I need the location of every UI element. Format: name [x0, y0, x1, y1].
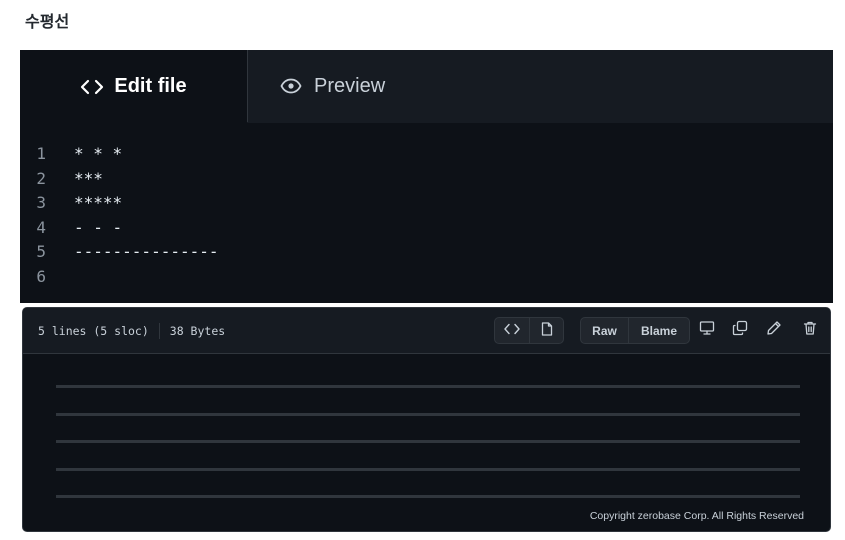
file-info: 5 lines (5 sloc) 38 Bytes	[38, 308, 225, 354]
copy-button[interactable]	[731, 320, 749, 341]
horizontal-rule	[56, 495, 800, 498]
line-content: * * *	[74, 144, 123, 163]
page-title: 수평선	[25, 12, 70, 31]
copyright-text: Copyright zerobase Corp. All Rights Rese…	[589, 510, 804, 522]
line-count: 5 lines (5 sloc)	[38, 324, 149, 338]
desktop-icon	[699, 320, 715, 341]
file-viewer: 5 lines (5 sloc) 38 Bytes Raw Blame Copy…	[22, 307, 831, 532]
horizontal-rule	[56, 385, 800, 388]
code-view-button[interactable]	[495, 318, 529, 343]
code-icon	[80, 79, 104, 95]
tab-edit-file[interactable]: Edit file	[20, 50, 247, 123]
horizontal-rule	[56, 440, 800, 443]
open-desktop-button[interactable]	[698, 320, 716, 341]
line-number: 5	[36, 242, 46, 261]
raw-button[interactable]: Raw	[581, 318, 628, 343]
horizontal-rule	[56, 468, 800, 471]
copy-icon	[732, 320, 748, 341]
editor-tabs: Edit file Preview	[20, 50, 833, 123]
line-number: 3	[36, 193, 46, 212]
tab-edit-label: Edit file	[114, 75, 187, 97]
editor-panel: Edit file Preview 1 * * * 2 *** 3 ***** 4 - …	[20, 50, 833, 303]
code-line: 1 * * *	[20, 142, 219, 167]
view-toggle	[494, 317, 564, 344]
code-line: 2 ***	[20, 167, 219, 192]
line-content: ***	[74, 168, 103, 188]
delete-button[interactable]	[801, 321, 819, 339]
raw-blame-group: Raw Blame	[580, 317, 690, 344]
code-line: 6	[20, 265, 219, 290]
pencil-icon	[766, 320, 782, 341]
line-content: - - -	[74, 217, 123, 237]
horizontal-rule	[56, 413, 800, 416]
preview-view-button[interactable]	[529, 318, 563, 343]
line-number: 4	[36, 217, 46, 237]
code-icon	[504, 323, 520, 338]
file-size: 38 Bytes	[169, 324, 226, 338]
tab-preview[interactable]: Preview	[247, 50, 833, 122]
line-number: 6	[36, 266, 46, 286]
line-number: 1	[36, 144, 46, 163]
code-line: 5 ---------------	[20, 240, 219, 265]
code-editor[interactable]: 1 * * * 2 *** 3 ***** 4 - - - 5 -------------…	[20, 142, 219, 290]
file-header: 5 lines (5 sloc) 38 Bytes Raw Blame	[23, 308, 830, 354]
edit-button[interactable]	[765, 320, 783, 341]
trash-icon	[802, 320, 818, 341]
code-line: 4 - - -	[20, 216, 219, 241]
line-content: *****	[74, 193, 123, 212]
blame-button[interactable]: Blame	[628, 318, 689, 343]
tab-preview-label: Preview	[314, 74, 386, 97]
file-icon	[541, 322, 553, 339]
divider	[158, 323, 160, 339]
line-number: 2	[36, 168, 46, 188]
line-content: ---------------	[74, 242, 219, 261]
code-line: 3 *****	[20, 191, 219, 216]
eye-icon	[280, 78, 302, 94]
